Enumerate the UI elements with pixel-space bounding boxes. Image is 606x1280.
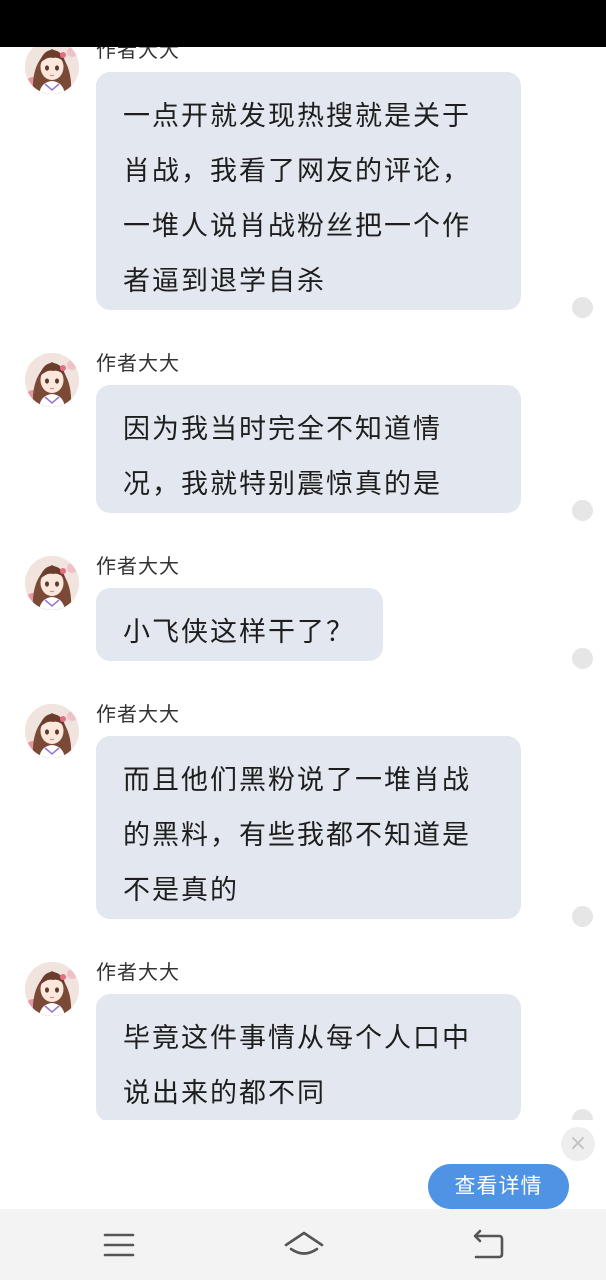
chat-screen: 作者大大 一点开就发现热搜就是关于 肖战，我看了网友的评论， 一堆人说肖战粉丝把… [0, 0, 606, 1280]
message-line: 一堆人说肖战粉丝把一个作 [123, 211, 471, 242]
home-icon[interactable] [282, 1225, 326, 1265]
menu-icon[interactable] [99, 1225, 139, 1265]
chat-area[interactable]: 作者大大 一点开就发现热搜就是关于 肖战，我看了网友的评论， 一堆人说肖战粉丝把… [0, 47, 606, 1120]
message-line: 肖战，我看了网友的评论， [123, 156, 471, 187]
message-line: 一点开就发现热搜就是关于 [123, 101, 471, 132]
author-avatar[interactable] [25, 704, 79, 758]
message-line: 者逼到退学自杀 [123, 266, 326, 297]
avatar-illustration [25, 353, 79, 407]
message-line: 而且他们黑粉说了一堆肖战 [123, 765, 471, 796]
sender-name: 作者大大 [96, 351, 180, 375]
author-avatar[interactable] [25, 556, 79, 610]
avatar-illustration [25, 47, 79, 94]
message-line: 因为我当时完全不知道情 [123, 414, 442, 445]
back-icon[interactable] [468, 1225, 508, 1265]
message-bubble[interactable]: 因为我当时完全不知道情 况，我就特别震惊真的是 [96, 385, 521, 513]
sender-name: 作者大大 [96, 960, 180, 984]
message-bubble[interactable]: 小飞侠这样干了？ [96, 588, 383, 661]
avatar-illustration [25, 962, 79, 1016]
select-dot[interactable] [572, 648, 593, 669]
message-bubble[interactable]: 一点开就发现热搜就是关于 肖战，我看了网友的评论， 一堆人说肖战粉丝把一个作 者… [96, 72, 521, 310]
message-line: 说出来的都不同 [123, 1078, 326, 1109]
avatar-illustration [25, 704, 79, 758]
sender-name: 作者大大 [96, 47, 180, 62]
message-line: 小飞侠这样干了？ [123, 617, 355, 648]
author-avatar[interactable] [25, 47, 79, 94]
select-dot[interactable] [572, 906, 593, 927]
system-nav-bar [0, 1209, 606, 1280]
message-bubble[interactable]: 而且他们黑粉说了一堆肖战 的黑料，有些我都不知道是 不是真的 [96, 736, 521, 919]
avatar-illustration [25, 556, 79, 610]
select-dot[interactable] [572, 500, 593, 521]
status-bar [0, 0, 606, 47]
message-line: 不是真的 [123, 875, 239, 906]
sender-name: 作者大大 [96, 554, 180, 578]
message-line: 毕竟这件事情从每个人口中 [123, 1023, 471, 1054]
close-icon[interactable]: × [561, 1127, 595, 1161]
sender-name: 作者大大 [96, 702, 180, 726]
view-details-button[interactable]: 查看详情 [428, 1164, 569, 1209]
author-avatar[interactable] [25, 962, 79, 1016]
select-dot[interactable] [572, 1109, 593, 1120]
author-avatar[interactable] [25, 353, 79, 407]
message-bubble[interactable]: 毕竟这件事情从每个人口中 说出来的都不同 [96, 994, 521, 1120]
select-dot[interactable] [572, 297, 593, 318]
message-line: 况，我就特别震惊真的是 [123, 469, 442, 500]
message-line: 的黑料，有些我都不知道是 [123, 820, 471, 851]
